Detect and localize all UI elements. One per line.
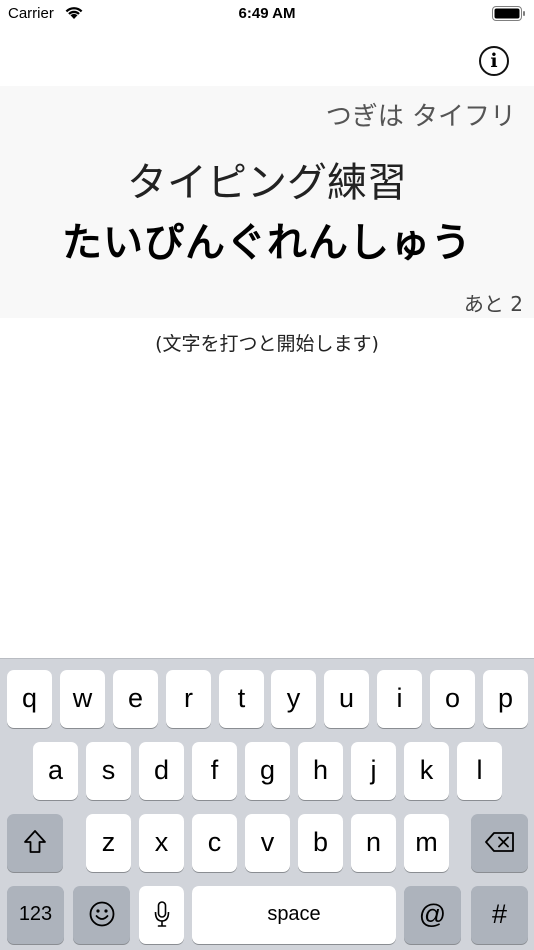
delete-icon bbox=[484, 832, 514, 852]
delete-key[interactable] bbox=[471, 814, 528, 872]
key-n[interactable]: n bbox=[351, 814, 396, 872]
emoji-key[interactable] bbox=[73, 886, 130, 944]
key-c[interactable]: c bbox=[192, 814, 237, 872]
key-b[interactable]: b bbox=[298, 814, 343, 872]
current-phrase-kana: たいぴんぐれんしゅう bbox=[62, 220, 472, 266]
key-k[interactable]: k bbox=[404, 742, 449, 800]
key-j[interactable]: j bbox=[351, 742, 396, 800]
key-w[interactable]: w bbox=[60, 670, 105, 728]
key-o[interactable]: o bbox=[430, 670, 475, 728]
next-phrase-label: つぎは タイフリ bbox=[325, 102, 516, 132]
space-key[interactable]: space bbox=[192, 886, 396, 944]
key-v[interactable]: v bbox=[245, 814, 290, 872]
at-key[interactable]: @ bbox=[404, 886, 461, 944]
key-q[interactable]: q bbox=[7, 670, 52, 728]
start-hint: (文字を打つと開始します) bbox=[155, 333, 379, 355]
key-z[interactable]: z bbox=[86, 814, 131, 872]
key-u[interactable]: u bbox=[324, 670, 369, 728]
hash-key[interactable]: # bbox=[471, 886, 528, 944]
numbers-key[interactable]: 123 bbox=[7, 886, 64, 944]
key-s[interactable]: s bbox=[86, 742, 131, 800]
info-button[interactable]: i bbox=[479, 46, 509, 76]
key-t[interactable]: t bbox=[219, 670, 264, 728]
current-phrase-kanji: タイピング練習 bbox=[127, 160, 407, 206]
key-y[interactable]: y bbox=[271, 670, 316, 728]
remaining-count-label: あと 2 bbox=[463, 292, 523, 316]
key-e[interactable]: e bbox=[113, 670, 158, 728]
key-i[interactable]: i bbox=[377, 670, 422, 728]
shift-key[interactable] bbox=[7, 814, 63, 872]
key-x[interactable]: x bbox=[139, 814, 184, 872]
key-r[interactable]: r bbox=[166, 670, 211, 728]
key-d[interactable]: d bbox=[139, 742, 184, 800]
key-l[interactable]: l bbox=[457, 742, 502, 800]
keyboard: q w e r t y u i o p a s d f g h j k l z … bbox=[0, 658, 534, 950]
status-bar: Carrier 6:49 AM bbox=[0, 0, 534, 28]
shift-icon bbox=[24, 830, 46, 853]
key-f[interactable]: f bbox=[192, 742, 237, 800]
key-m[interactable]: m bbox=[404, 814, 449, 872]
prompt-panel: つぎは タイフリ タイピング練習 たいぴんぐれんしゅう あと 2 bbox=[0, 86, 534, 318]
key-a[interactable]: a bbox=[33, 742, 78, 800]
info-icon: i bbox=[490, 50, 498, 72]
key-h[interactable]: h bbox=[298, 742, 343, 800]
clock-time: 6:49 AM bbox=[238, 5, 296, 22]
emoji-icon bbox=[89, 901, 114, 927]
key-g[interactable]: g bbox=[245, 742, 290, 800]
microphone-icon bbox=[154, 901, 169, 927]
dictation-key[interactable] bbox=[139, 886, 184, 944]
battery-icon bbox=[492, 6, 525, 21]
key-p[interactable]: p bbox=[483, 670, 528, 728]
